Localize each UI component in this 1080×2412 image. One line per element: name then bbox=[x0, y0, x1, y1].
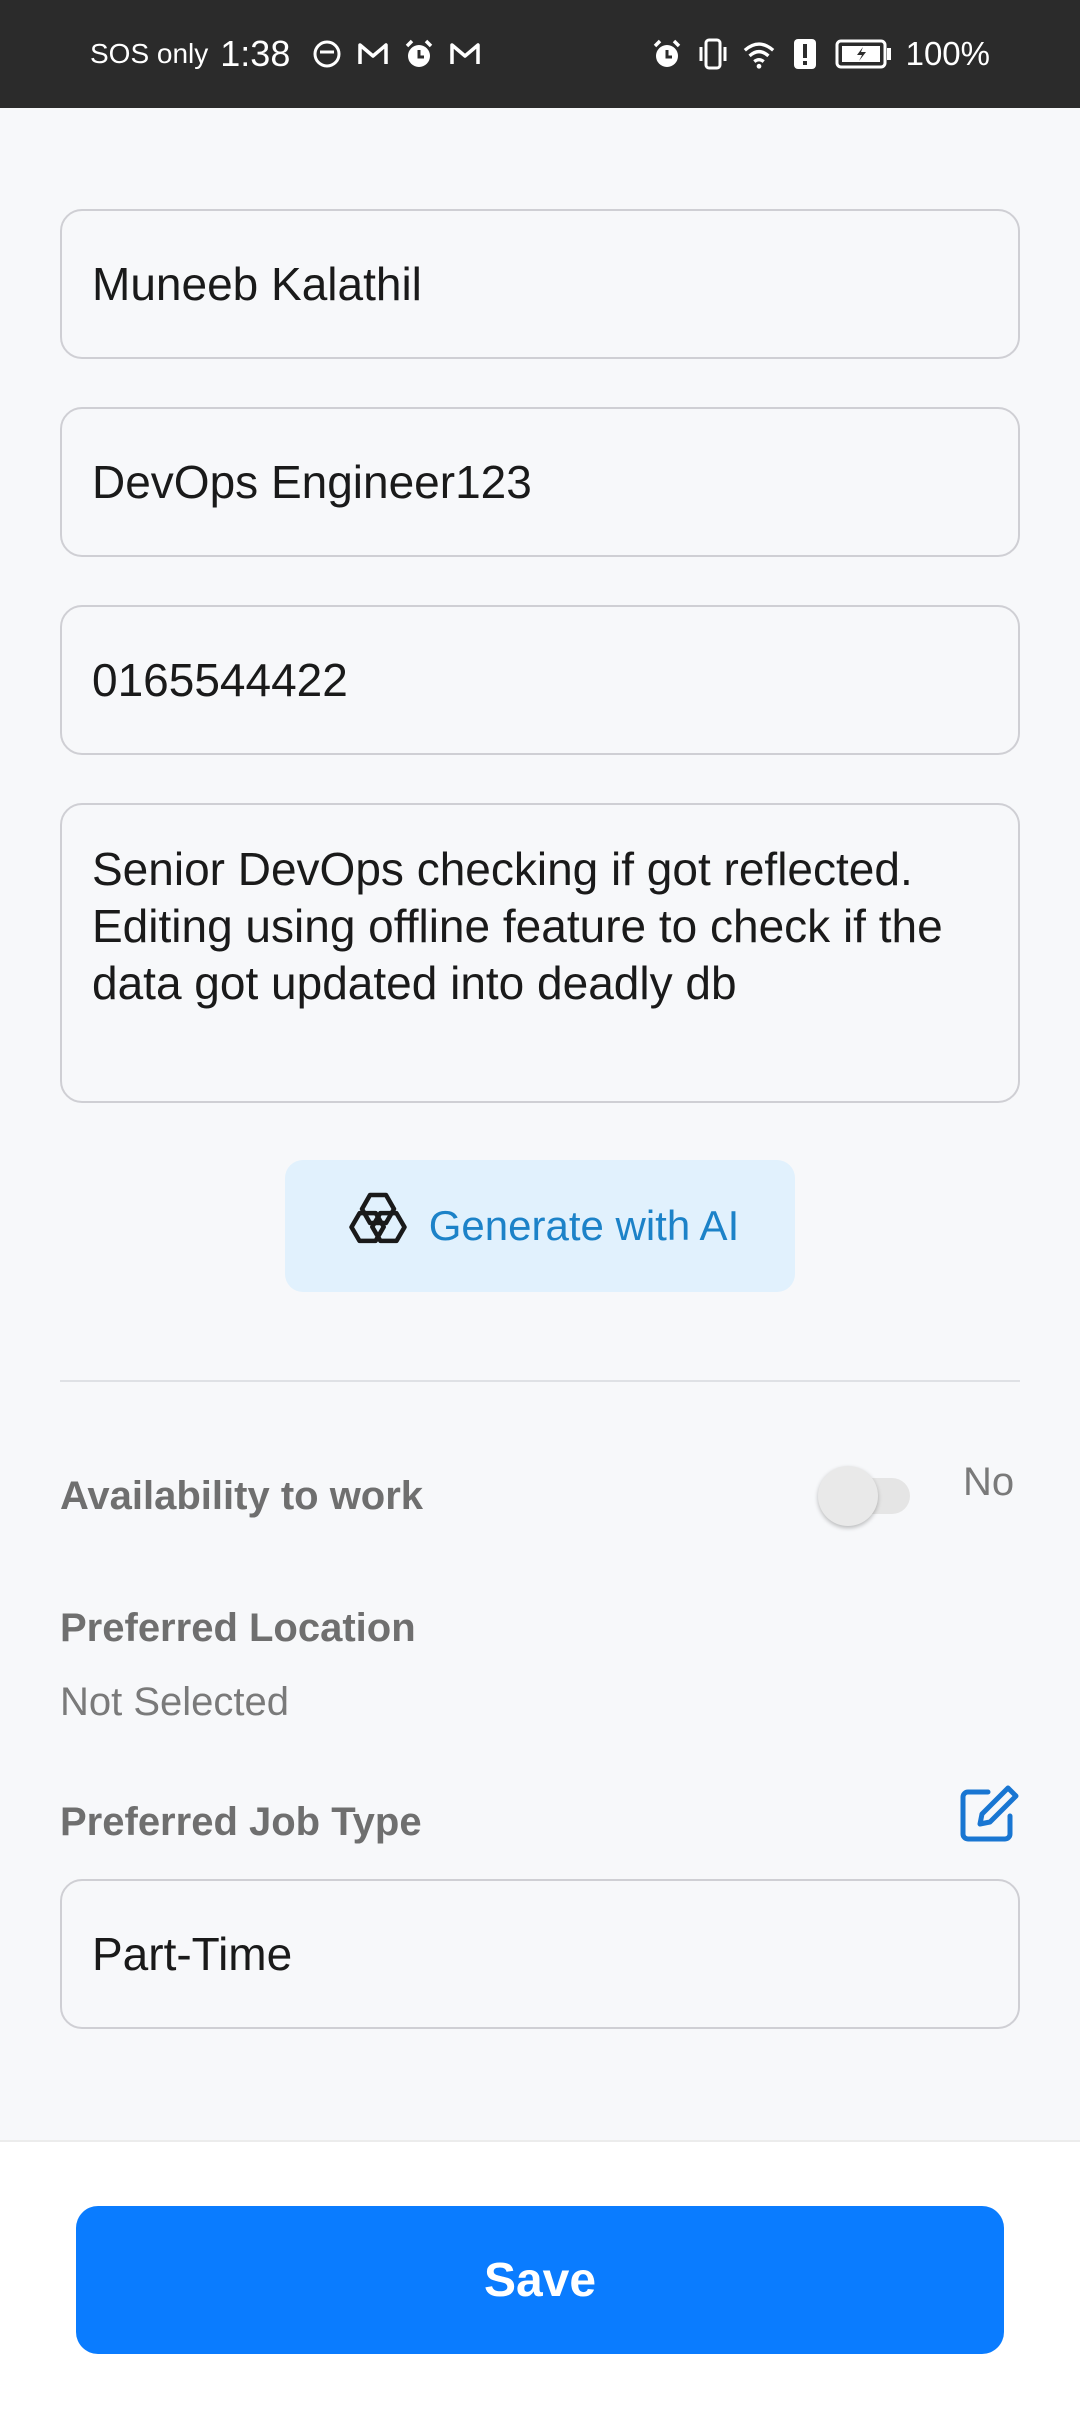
gmail-icon bbox=[356, 37, 390, 71]
openai-icon bbox=[341, 1184, 415, 1268]
job-type-field-value: Part-Time bbox=[92, 1928, 293, 1980]
vibrate-icon bbox=[696, 37, 730, 71]
gmail-icon-2 bbox=[448, 37, 482, 71]
summary-textarea[interactable]: Senior DevOps checking if got reflected.… bbox=[60, 803, 1020, 1103]
bottom-action-bar: Save bbox=[0, 2140, 1080, 2412]
status-right: 100% bbox=[650, 35, 990, 73]
alarm-icon bbox=[402, 37, 436, 71]
preferred-location-value: Not Selected bbox=[60, 1680, 290, 1724]
generate-with-ai-label: Generate with AI bbox=[428, 1202, 740, 1249]
phone-field[interactable]: 0165544422 bbox=[60, 605, 1020, 755]
clock: 1:38 bbox=[220, 33, 291, 74]
job-type-field[interactable]: Part-Time bbox=[60, 1879, 1020, 2029]
name-field[interactable]: Muneeb Kalathil bbox=[60, 209, 1020, 359]
profile-form: Muneeb Kalathil DevOps Engineer123 01655… bbox=[0, 108, 1080, 2140]
phone-field-value: 0165544422 bbox=[92, 654, 348, 706]
wifi-icon bbox=[742, 37, 776, 71]
section-divider bbox=[60, 1380, 1020, 1382]
summary-textarea-value: Senior DevOps checking if got reflected.… bbox=[92, 843, 943, 1009]
toggle-knob bbox=[818, 1466, 878, 1526]
status-left: SOS only 1:38 bbox=[90, 33, 482, 75]
battery-percentage: 100% bbox=[905, 35, 990, 72]
job-title-field-value: DevOps Engineer123 bbox=[92, 456, 532, 508]
app-notification-icon bbox=[310, 37, 344, 71]
name-field-value: Muneeb Kalathil bbox=[92, 258, 422, 310]
preferred-job-type-label: Preferred Job Type bbox=[60, 1800, 422, 1844]
status-bar: SOS only 1:38 100% bbox=[0, 0, 1080, 108]
preferred-location-label: Preferred Location bbox=[60, 1606, 416, 1650]
sos-text: SOS only bbox=[90, 38, 209, 69]
availability-value: No bbox=[963, 1460, 1015, 1504]
availability-toggle[interactable] bbox=[818, 1462, 916, 1526]
job-title-field[interactable]: DevOps Engineer123 bbox=[60, 407, 1020, 557]
edit-location-icon[interactable] bbox=[958, 1784, 1022, 1844]
generate-with-ai-button[interactable]: Generate with AI bbox=[285, 1160, 795, 1292]
availability-label: Availability to work bbox=[60, 1474, 424, 1518]
alert-icon bbox=[788, 37, 822, 71]
alarm-status-icon bbox=[650, 37, 684, 71]
battery-icon bbox=[834, 37, 894, 71]
save-button[interactable]: Save bbox=[76, 2206, 1004, 2354]
